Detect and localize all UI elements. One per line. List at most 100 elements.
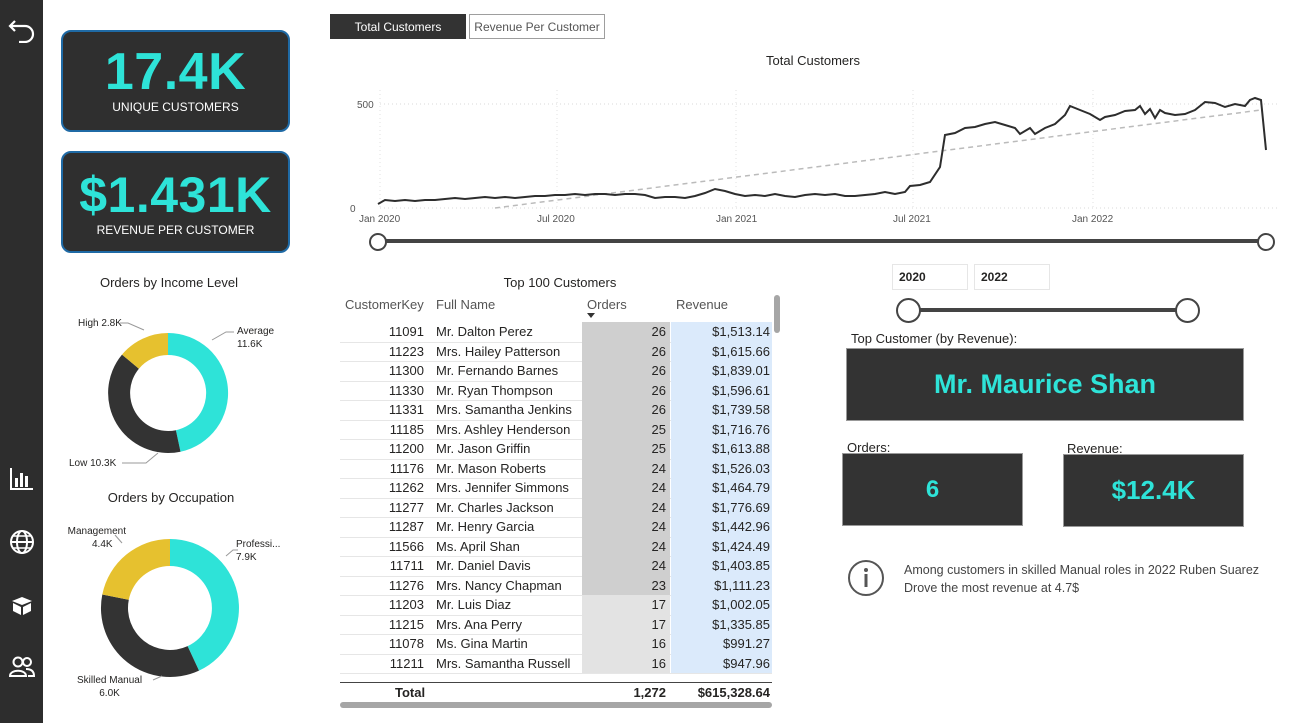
table-row[interactable]: 11331 Mrs. Samantha Jenkins 26 $1,739.58	[340, 400, 772, 421]
table-row[interactable]: 11300 Mr. Fernando Barnes 26 $1,839.01	[340, 361, 772, 382]
cell-revenue: $1,424.49	[671, 536, 772, 556]
globe-icon[interactable]	[0, 525, 43, 559]
cell-customerkey: 11287	[388, 519, 424, 534]
cell-customerkey: 11203	[388, 597, 424, 612]
x-tick-jan-2020: Jan 2020	[359, 214, 401, 225]
header-full-name[interactable]: Full Name	[436, 297, 495, 312]
tab-revenue-per-customer[interactable]: Revenue Per Customer	[469, 14, 605, 39]
revenue-per-customer-card: $1.431K REVENUE PER CUSTOMER	[61, 151, 290, 253]
unique-customers-card: 17.4K UNIQUE CUSTOMERS	[61, 30, 290, 132]
cell-orders: 26	[582, 341, 670, 361]
insight-line-1: Among customers in skilled Manual roles …	[904, 563, 1260, 577]
cell-customerkey: 11566	[388, 538, 424, 554]
table-row[interactable]: 11566 Ms. April Shan 24 $1,424.49	[340, 536, 772, 557]
cell-full-name: Mr. Dalton Perez	[436, 324, 533, 339]
cell-full-name: Ms. Gina Martin	[436, 636, 528, 651]
timeline-slider-end-handle[interactable]	[1257, 233, 1275, 251]
cell-customerkey: 11176	[389, 460, 424, 476]
table-row[interactable]: 11277 Mr. Charles Jackson 24 $1,776.69	[340, 497, 772, 518]
income-label-average-name: Average	[237, 326, 275, 337]
horizontal-scrollbar[interactable]	[340, 702, 772, 708]
cell-orders: 26	[582, 361, 670, 381]
cell-revenue: $1,513.14	[671, 322, 772, 342]
table-row[interactable]: 11276 Mrs. Nancy Chapman 23 $1,111.23	[340, 575, 772, 596]
cell-orders: 24	[582, 517, 670, 537]
occupation-label-management-name: Management	[67, 526, 126, 537]
cell-revenue: $1,716.76	[671, 419, 772, 439]
occupation-label-skilled-manual: Skilled Manual 6.0K	[77, 674, 142, 700]
box-icon[interactable]	[0, 588, 43, 622]
year-slider-start-handle[interactable]	[896, 298, 921, 323]
x-tick-jul-2020: Jul 2020	[537, 214, 575, 225]
table-row[interactable]: 11185 Mrs. Ashley Henderson 25 $1,716.76	[340, 419, 772, 440]
orders-value-card: 6	[842, 453, 1023, 526]
x-tick-jul-2021: Jul 2021	[893, 214, 931, 225]
tab-total-customers[interactable]: Total Customers	[330, 14, 466, 39]
header-revenue[interactable]: Revenue	[676, 297, 728, 312]
year-end-input[interactable]: 2022	[974, 264, 1050, 290]
table-row[interactable]: 11176 Mr. Mason Roberts 24 $1,526.03	[340, 458, 772, 479]
y-tick-500: 500	[357, 100, 374, 111]
table-row[interactable]: 11203 Mr. Luis Diaz 17 $1,002.05	[340, 595, 772, 616]
unique-customers-value: 17.4K	[104, 43, 247, 101]
income-label-low: Low 10.3K	[69, 458, 117, 469]
vertical-scrollbar[interactable]	[774, 295, 780, 333]
cell-revenue: $947.96	[671, 653, 772, 673]
table-row[interactable]: 11711 Mr. Daniel Davis 24 $1,403.85	[340, 556, 772, 577]
table-row[interactable]: 11200 Mr. Jason Griffin 25 $1,613.88	[340, 439, 772, 460]
cell-customerkey: 11277	[388, 499, 424, 515]
cell-full-name: Mr. Luis Diaz	[436, 597, 512, 612]
x-tick-jan-2022: Jan 2022	[1072, 214, 1114, 225]
header-customerkey[interactable]: CustomerKey	[345, 297, 424, 312]
timeline-slider-track[interactable]	[376, 239, 1266, 243]
income-label-high: High 2.8K	[78, 318, 122, 329]
cell-customerkey: 11185	[389, 421, 424, 437]
total-customers-line	[377, 96, 1267, 205]
table-row[interactable]: 11223 Mrs. Hailey Patterson 26 $1,615.66	[340, 341, 772, 362]
occupation-label-skilled-manual-name: Skilled Manual	[77, 675, 143, 686]
income-slice-low[interactable]	[108, 354, 181, 453]
cell-full-name: Mrs. Jennifer Simmons	[436, 480, 569, 495]
occupation-slice-skilled-manual[interactable]	[100, 594, 199, 678]
cell-orders: 24	[582, 497, 670, 517]
top-customer-label: Top Customer (by Revenue):	[851, 331, 1018, 346]
timeline-slider-start-handle[interactable]	[369, 233, 387, 251]
top-customer-name-card: Mr. Maurice Shan	[846, 348, 1244, 421]
header-orders[interactable]: Orders	[587, 297, 627, 312]
table-row[interactable]: 11262 Mrs. Jennifer Simmons 24 $1,464.79	[340, 478, 772, 499]
cell-orders: 17	[582, 614, 670, 634]
cell-revenue: $1,002.05	[671, 595, 772, 615]
cell-full-name: Mrs. Nancy Chapman	[436, 577, 562, 593]
occupation-label-professional-value: 7.9K	[236, 552, 257, 563]
people-icon[interactable]	[0, 650, 43, 684]
occupation-donut-title: Orders by Occupation	[107, 490, 235, 505]
cell-orders: 26	[582, 380, 670, 400]
cell-full-name: Mrs. Samantha Russell	[436, 655, 571, 671]
cell-customerkey: 11223	[388, 343, 424, 359]
income-label-average-value: 11.6K	[237, 339, 263, 350]
table-row[interactable]: 11211 Mrs. Samantha Russell 16 $947.96	[340, 653, 772, 674]
table-row[interactable]: 11330 Mr. Ryan Thompson 26 $1,596.61	[340, 380, 772, 401]
cell-full-name: Mrs. Hailey Patterson	[436, 343, 561, 359]
table-row[interactable]: 11215 Mrs. Ana Perry 17 $1,335.85	[340, 614, 772, 635]
cell-orders: 23	[582, 575, 670, 595]
table-row[interactable]: 11078 Ms. Gina Martin 16 $991.27	[340, 634, 772, 655]
total-label: Total	[395, 685, 426, 700]
sort-desc-icon[interactable]	[587, 313, 595, 318]
cell-full-name: Ms. April Shan	[436, 538, 520, 554]
bar-chart-icon[interactable]	[0, 462, 43, 496]
year-slider-track[interactable]	[908, 308, 1188, 312]
cell-customerkey: 11711	[389, 558, 424, 573]
table-total-row: Total 1,272 $615,328.64	[340, 682, 772, 703]
table-row[interactable]: 11091 Mr. Dalton Perez 26 $1,513.14	[340, 322, 772, 343]
year-slider-end-handle[interactable]	[1175, 298, 1200, 323]
year-start-input[interactable]: 2020	[892, 264, 968, 290]
table-row[interactable]: 11287 Mr. Henry Garcia 24 $1,442.96	[340, 517, 772, 538]
back-arrow-icon[interactable]	[0, 11, 43, 45]
occupation-label-management: Management 4.4K	[62, 525, 126, 551]
total-revenue: $615,328.64	[697, 685, 770, 700]
income-slice-average[interactable]	[168, 332, 229, 452]
top-customers-table: CustomerKey Full Name Orders Revenue 110…	[340, 293, 780, 708]
cell-customerkey: 11078	[388, 636, 424, 651]
y-tick-0: 0	[350, 204, 356, 215]
